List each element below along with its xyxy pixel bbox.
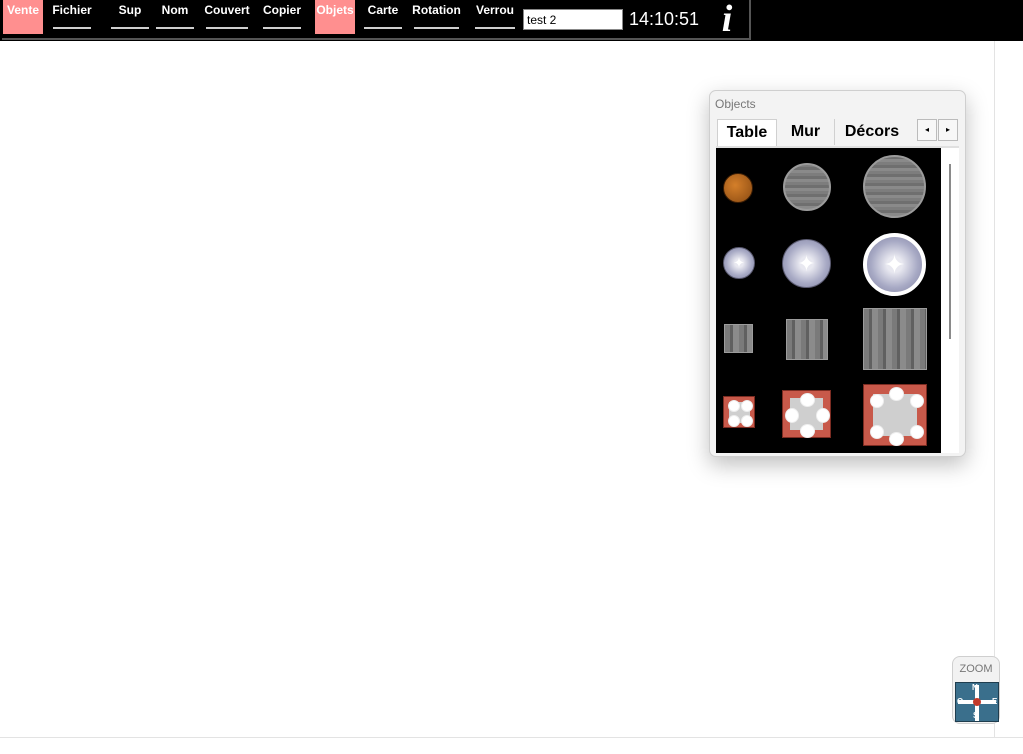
plate-icon [741,400,753,412]
star-icon: ✦ [733,254,745,271]
square-grey-table-icon[interactable] [863,308,927,370]
round-star-chairs-table-icon[interactable]: ✦ [863,233,926,296]
set-table-icon[interactable] [782,390,831,438]
round-star-table-icon[interactable]: ✦ [723,247,755,279]
plate-icon [816,408,830,423]
star-icon: ✦ [797,250,816,276]
objets-button[interactable]: Objets [315,0,355,34]
horizontal-scrollbar[interactable] [0,737,1023,754]
plate-icon [728,400,740,412]
tabs-next-arrow-icon[interactable]: ▸ [938,119,958,141]
compass-east-label: E [992,697,998,706]
clock: 14:10:51 [629,9,700,29]
star-icon: ✦ [883,249,906,279]
vertical-scrollbar[interactable] [994,41,1023,737]
objects-grid-scrollbar-thumb[interactable] [949,164,951,339]
tab-table[interactable]: Table [717,119,777,147]
plate-icon [910,394,924,408]
compass-north-label: N [972,683,978,692]
objects-grid: ✦ ✦ ✦ [716,146,959,453]
compass-center-dot [973,698,981,706]
square-grey-table-icon[interactable] [786,319,828,360]
round-wood-table-icon[interactable] [723,173,753,203]
top-toolbar: Vente Fichier Sup Nom Couvert Copier Obj… [0,0,1023,41]
layout-name-input[interactable] [523,9,623,30]
plate-icon [741,415,753,427]
sup-label: Sup [118,3,142,17]
fichier-label: Fichier [52,3,92,17]
couvert-label: Couvert [204,3,250,17]
plate-icon [889,432,904,446]
plate-icon [889,387,904,401]
tab-mur[interactable]: Mur [777,119,835,145]
plate-icon [800,424,815,438]
plate-icon [870,394,884,408]
rotation-label: Rotation [412,3,461,17]
plate-icon [800,393,815,407]
objects-tabs: Table Mur Décors ◂ ▸ [717,119,958,147]
plate-icon [785,408,799,423]
plate-icon [870,425,884,439]
compass-west-label: O [957,697,964,706]
sup-button[interactable]: Sup [109,0,151,34]
tab-decors[interactable]: Décors [835,119,909,145]
verrou-label: Verrou [475,3,514,17]
vente-button[interactable]: Vente [3,0,43,34]
couvert-button[interactable]: Couvert [204,0,250,34]
vente-label: Vente [6,3,39,17]
round-star-table-icon[interactable]: ✦ [782,239,831,288]
objects-panel[interactable]: Objects Table Mur Décors ◂ ▸ ✦ ✦ ✦ [709,90,966,457]
fichier-button[interactable]: Fichier [51,0,93,34]
round-grey-table-icon[interactable] [863,155,926,218]
copier-label: Copier [262,3,301,17]
compass-south-label: S [973,711,979,720]
objects-panel-title: Objects [715,97,756,111]
compass-icon[interactable]: N S E O [955,682,999,722]
zoom-control[interactable]: ZOOM N S E O [952,656,1000,724]
set-table-icon[interactable] [863,384,927,446]
plate-icon [728,415,740,427]
verrou-button[interactable]: Verrou [473,0,517,34]
copier-button[interactable]: Copier [261,0,303,34]
objets-label: Objets [316,3,354,17]
plate-icon [910,425,924,439]
round-grey-table-icon[interactable] [783,163,831,211]
nom-label: Nom [161,3,189,17]
info-icon[interactable]: i [714,0,740,38]
nom-button[interactable]: Nom [154,0,196,34]
carte-button[interactable]: Carte [362,0,404,34]
objects-grid-scrollbar[interactable] [941,148,959,453]
tabs-prev-arrow-icon[interactable]: ◂ [917,119,937,141]
zoom-label: ZOOM [959,663,993,675]
rotation-button[interactable]: Rotation [412,0,461,34]
square-grey-table-icon[interactable] [724,324,753,353]
carte-label: Carte [367,3,399,17]
set-table-icon[interactable] [723,396,755,428]
